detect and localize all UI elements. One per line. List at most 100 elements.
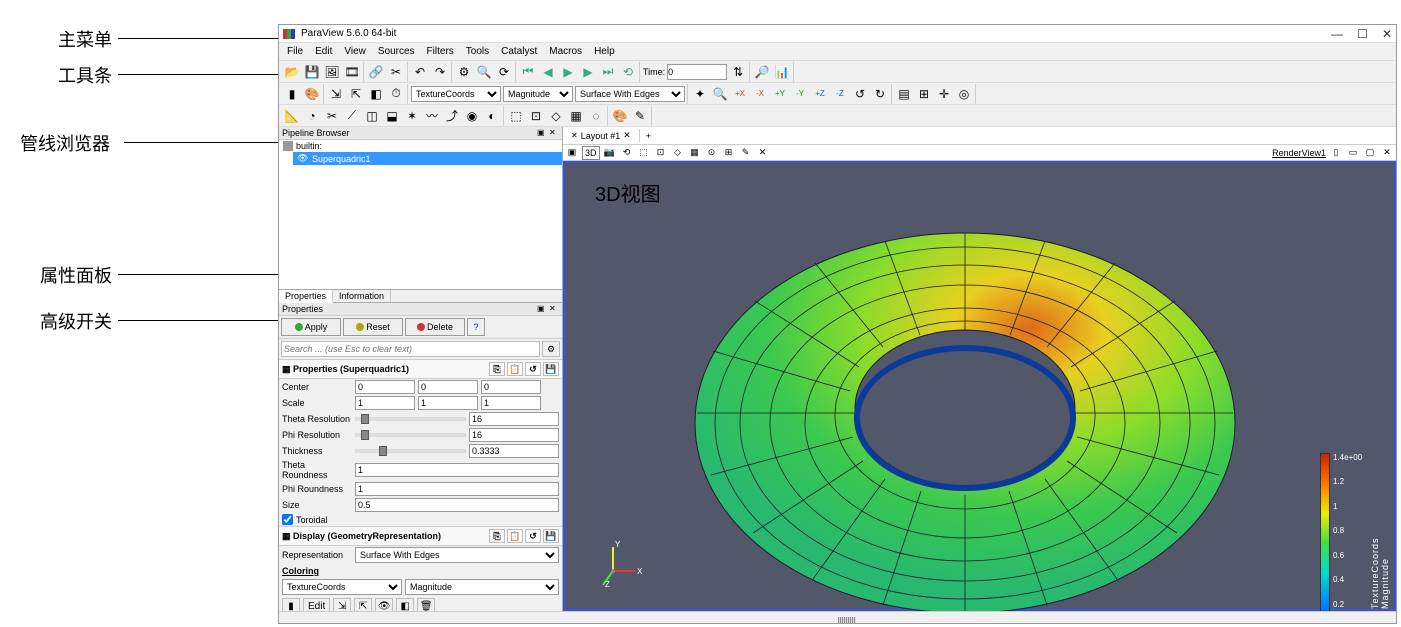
copy-icon[interactable]: ⎘ <box>489 529 505 543</box>
restore-icon[interactable]: ↺ <box>525 529 541 543</box>
phi-roundness-input[interactable] <box>355 482 559 496</box>
axes-grid-icon[interactable]: ⊞ <box>915 85 933 103</box>
glyph-icon[interactable]: ✶ <box>403 107 421 125</box>
edit-colormap-button[interactable]: Edit <box>303 598 330 611</box>
minusy-icon[interactable]: -Y <box>791 85 809 103</box>
find-icon[interactable]: 🔍 <box>475 63 493 81</box>
maximize-button[interactable]: ☐ <box>1357 27 1368 41</box>
rotate-cw-icon[interactable]: ↻ <box>871 85 889 103</box>
delete-button[interactable]: Delete <box>405 318 465 336</box>
zoom-icon[interactable]: 🔍 <box>711 85 729 103</box>
close-panel-icon[interactable]: ✕ <box>549 128 559 138</box>
rescale-time-icon[interactable]: ⏱ <box>387 85 405 103</box>
plusy-icon[interactable]: +Y <box>771 85 789 103</box>
scale-y-input[interactable] <box>418 396 478 410</box>
autosave-icon[interactable]: ⚙ <box>455 63 473 81</box>
select-icon[interactable]: ▣ <box>565 146 579 160</box>
separate-colormap-icon[interactable]: ◧ <box>396 598 414 611</box>
prev-frame-icon[interactable]: ◀ <box>539 63 557 81</box>
section-display[interactable]: ▦ Display (GeometryRepresentation) ⎘ 📋 ↺… <box>279 526 562 546</box>
next-frame-icon[interactable]: ▶ <box>579 63 597 81</box>
minusz-icon[interactable]: -Z <box>831 85 849 103</box>
select-cells-icon[interactable]: ⬚ <box>507 107 525 125</box>
mode-3d-button[interactable]: 3D <box>582 146 600 160</box>
last-frame-icon[interactable]: ⏭ <box>599 63 617 81</box>
rescale-range-icon[interactable]: ⇲ <box>333 598 351 611</box>
color-component-dropdown[interactable]: Magnitude <box>405 579 559 595</box>
save-icon[interactable]: 💾 <box>303 63 321 81</box>
clip-icon[interactable]: ✂ <box>323 107 341 125</box>
menu-catalyst[interactable]: Catalyst <box>495 46 543 57</box>
color-palette-icon[interactable]: 🎨 <box>611 107 629 125</box>
maximize-view-icon[interactable]: ▢ <box>1363 146 1377 160</box>
loop-icon[interactable]: ⟲ <box>619 63 637 81</box>
save-anim-icon[interactable]: 🎞 <box>343 63 361 81</box>
thickness-slider[interactable] <box>355 449 466 453</box>
render-view-label[interactable]: RenderView1 <box>1272 148 1326 158</box>
extract-level-icon[interactable]: ◐ <box>483 107 501 125</box>
redo-icon[interactable]: ↷ <box>431 63 449 81</box>
3d-viewport[interactable]: 3D视图 <box>563 161 1396 611</box>
theta-res-input[interactable] <box>469 412 559 426</box>
search-input[interactable] <box>281 341 540 357</box>
restore-icon[interactable]: ↺ <box>525 362 541 376</box>
rescale-custom-icon[interactable]: ⇱ <box>347 85 365 103</box>
save-screenshot-icon[interactable]: 🖼 <box>323 63 341 81</box>
float-icon[interactable]: ▣ <box>537 128 547 138</box>
contour-icon[interactable]: ◔ <box>303 107 321 125</box>
phi-res-input[interactable] <box>469 428 559 442</box>
plusz-icon[interactable]: +Z <box>811 85 829 103</box>
paste-icon[interactable]: 📋 <box>507 529 523 543</box>
rescale-visible-icon[interactable]: ◧ <box>367 85 385 103</box>
float-icon[interactable]: ▣ <box>537 304 547 314</box>
menu-help[interactable]: Help <box>588 46 621 57</box>
menu-filters[interactable]: Filters <box>421 46 460 57</box>
minusx-icon[interactable]: -X <box>751 85 769 103</box>
split-v-icon[interactable]: ▭ <box>1346 146 1360 160</box>
menu-edit[interactable]: Edit <box>309 46 338 57</box>
rescale-custom-icon[interactable]: ⇱ <box>354 598 372 611</box>
time-step-icon[interactable]: ⇅ <box>729 63 747 81</box>
split-h-icon[interactable]: ▯ <box>1329 146 1343 160</box>
menu-tools[interactable]: Tools <box>460 46 495 57</box>
size-input[interactable] <box>355 498 559 512</box>
advanced-toggle-button[interactable]: ⚙ <box>542 341 560 357</box>
theta-roundness-input[interactable] <box>355 463 559 477</box>
show-colorbar-icon[interactable]: ▮ <box>283 85 301 103</box>
hover-cell-icon[interactable]: ⊞ <box>722 146 736 160</box>
select-frustum-icon[interactable]: ◇ <box>547 107 565 125</box>
paste-icon[interactable]: 📋 <box>507 362 523 376</box>
reset-camera-icon[interactable]: ✦ <box>691 85 709 103</box>
open-icon[interactable]: 📂 <box>283 63 301 81</box>
tab-properties[interactable]: Properties <box>279 290 333 303</box>
select-points-icon[interactable]: ⊡ <box>527 107 545 125</box>
calculator-icon[interactable]: 📐 <box>283 107 301 125</box>
menu-macros[interactable]: Macros <box>543 46 588 57</box>
add-layout-button[interactable]: + <box>640 130 657 142</box>
connect-icon[interactable]: 🔗 <box>367 63 385 81</box>
edit-colormap-icon[interactable]: 🎨 <box>303 85 321 103</box>
recent-icon[interactable]: ⟳ <box>495 63 513 81</box>
select-block-icon[interactable]: ▦ <box>567 107 585 125</box>
copy-icon[interactable]: ⎘ <box>489 362 505 376</box>
close-tab-icon[interactable]: ✕ <box>623 130 631 141</box>
representation-dropdown[interactable]: Surface With Edges <box>355 547 559 563</box>
select-poly-icon[interactable]: ◇ <box>671 146 685 160</box>
save-default-icon[interactable]: 💾 <box>543 529 559 543</box>
component-select[interactable]: Magnitude <box>503 86 573 102</box>
use-sep-icon[interactable]: 🗑 <box>417 598 435 611</box>
undo-icon[interactable]: ↶ <box>411 63 429 81</box>
select-cells-icon[interactable]: ⬚ <box>637 146 651 160</box>
thickness-input[interactable] <box>469 444 559 458</box>
menu-file[interactable]: File <box>281 46 309 57</box>
group-icon[interactable]: ◉ <box>463 107 481 125</box>
select-points-icon[interactable]: ⊡ <box>654 146 668 160</box>
reset-icon[interactable]: ⟲ <box>620 146 634 160</box>
select-block-icon[interactable]: ▦ <box>688 146 702 160</box>
close-tab-icon[interactable]: ✕ <box>571 131 578 140</box>
pipeline-item-superquadric[interactable]: 👁 Superquadric1 <box>293 152 562 165</box>
orientation-axes-icon[interactable]: X Y Z <box>595 539 645 589</box>
center-axes-icon[interactable]: ✛ <box>935 85 953 103</box>
time-input[interactable] <box>667 64 727 80</box>
color-legend-icon[interactable]: ▤ <box>895 85 913 103</box>
